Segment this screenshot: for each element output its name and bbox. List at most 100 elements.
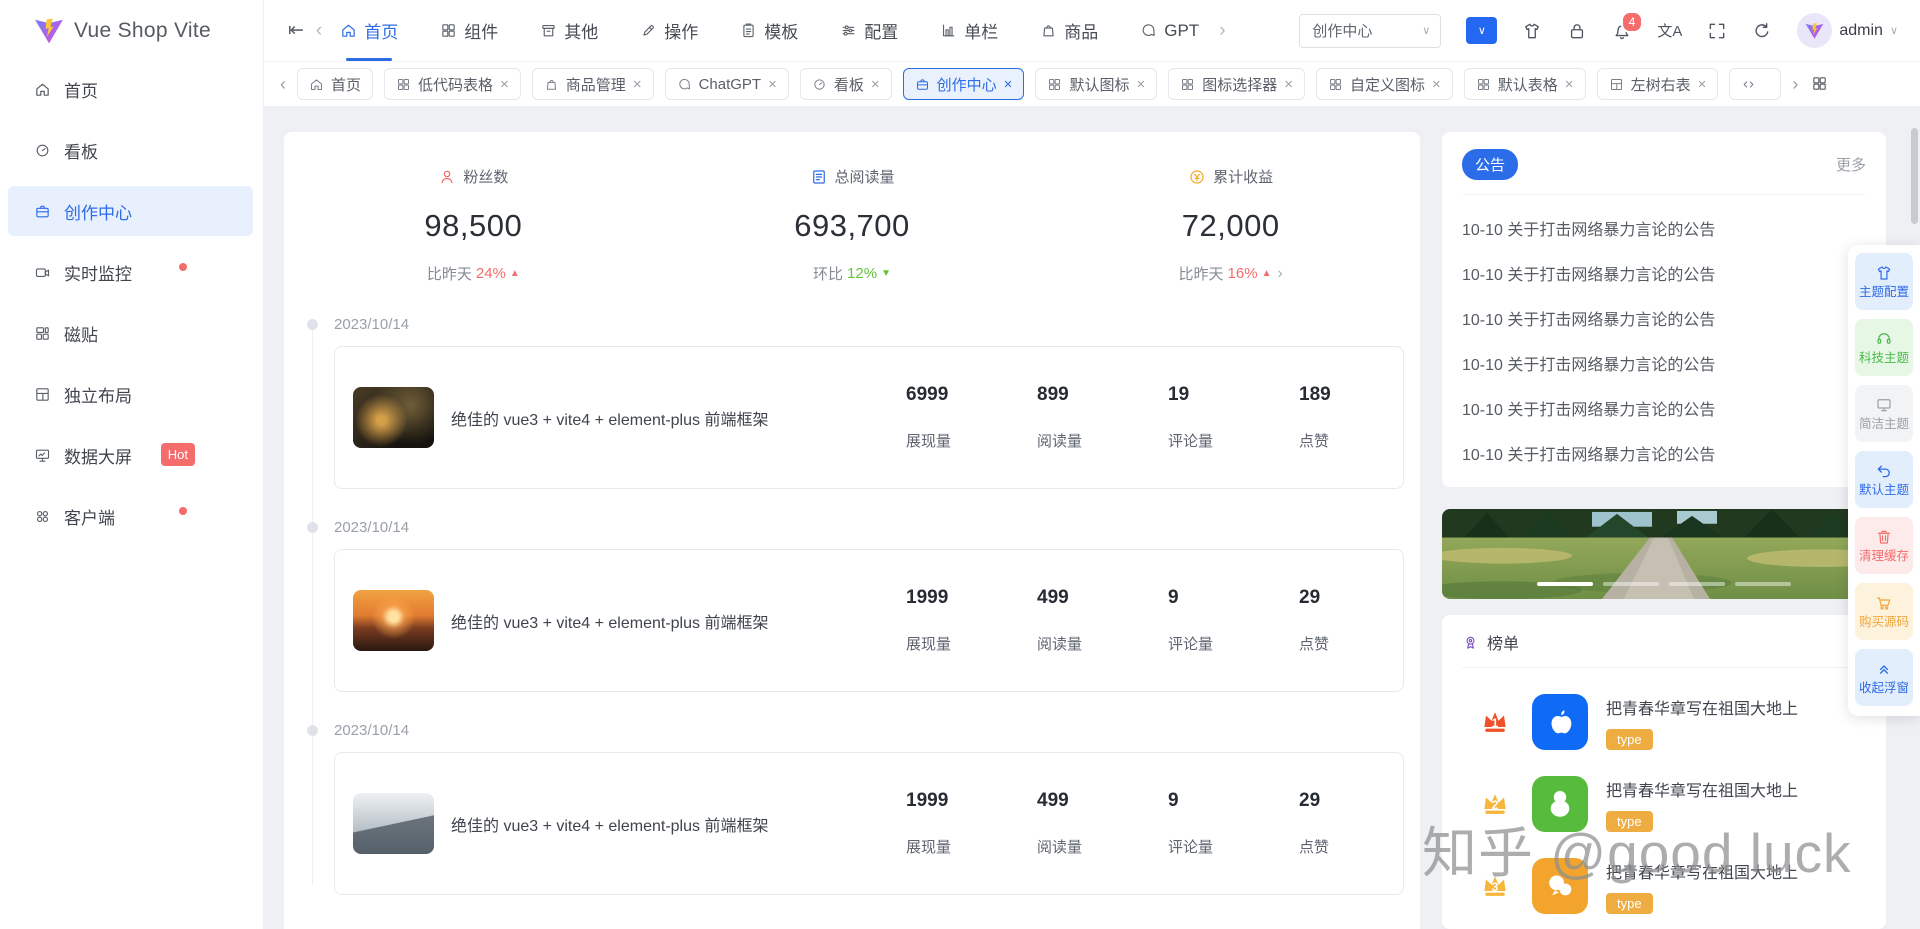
notification-bell-icon[interactable]: 4 bbox=[1612, 10, 1644, 41]
timeline-entry: 2023/10/14 绝佳的 vue3 + vite4 + element-pl… bbox=[307, 316, 1420, 489]
announcement-item[interactable]: 10-10 关于打击网络暴力言论的公告 bbox=[1462, 261, 1866, 285]
refresh-icon[interactable] bbox=[1752, 21, 1772, 41]
ranking-item[interactable]: 2 把青春华章写在祖国大地上 type bbox=[1462, 776, 1866, 832]
ranking-item[interactable]: 3 把青春华章写在祖国大地上 type bbox=[1462, 858, 1866, 914]
tab-default-icons[interactable]: 默认图标 × bbox=[1035, 68, 1158, 100]
article-title: 绝佳的 vue3 + vite4 + element-plus 前端框架 bbox=[451, 817, 769, 835]
announcement-item[interactable]: 10-10 关于打击网络暴力言论的公告 bbox=[1462, 441, 1866, 465]
topnav-label: 配置 bbox=[864, 23, 899, 42]
code-icon bbox=[1741, 77, 1756, 92]
chevron-right-icon[interactable]: › bbox=[1277, 265, 1282, 283]
close-icon[interactable]: × bbox=[1565, 77, 1574, 92]
tabs-menu-grid-icon[interactable] bbox=[1811, 75, 1828, 93]
app-window: Vue Shop Vite 首页 看板 创作中心 实时监控 磁贴 独立布局 数据… bbox=[0, 0, 1920, 929]
announcement-item[interactable]: 10-10 关于打击网络暴力言论的公告 bbox=[1462, 216, 1866, 240]
ranking-item[interactable]: 1 把青春华章写在祖国大地上 type bbox=[1462, 694, 1866, 750]
tab-product-management[interactable]: 商品管理 × bbox=[531, 68, 654, 100]
clear-cache-button[interactable]: 清理缓存 bbox=[1855, 517, 1913, 574]
divider bbox=[1462, 667, 1866, 668]
close-icon[interactable]: × bbox=[1136, 77, 1145, 92]
close-icon[interactable]: × bbox=[1284, 77, 1293, 92]
announcement-more-link[interactable]: 更多 bbox=[1836, 154, 1866, 175]
tech-theme-button[interactable]: 科技主题 bbox=[1855, 319, 1913, 376]
tab-kanban[interactable]: 看板 × bbox=[799, 68, 892, 100]
sidebar-item-data-screen[interactable]: 数据大屏 Hot bbox=[8, 430, 253, 480]
fullscreen-icon[interactable] bbox=[1707, 21, 1727, 41]
carousel-indicator[interactable] bbox=[1735, 582, 1791, 586]
confirm-dropdown-button[interactable]: ∨ bbox=[1466, 17, 1498, 44]
app-logo[interactable]: Vue Shop Vite bbox=[0, 0, 263, 62]
announcement-item[interactable]: 10-10 关于打击网络暴力言论的公告 bbox=[1462, 306, 1866, 330]
translate-icon[interactable]: 文A bbox=[1657, 20, 1682, 41]
topnav-item-single-column[interactable]: 单栏 bbox=[940, 0, 998, 61]
carousel-indicator[interactable] bbox=[1537, 582, 1593, 586]
carousel-indicator[interactable] bbox=[1669, 582, 1725, 586]
article-card[interactable]: 绝佳的 vue3 + vite4 + element-plus 前端框架 199… bbox=[334, 549, 1404, 692]
topnav-item-config[interactable]: 配置 bbox=[840, 0, 898, 61]
page-search-select[interactable]: 创作中心 ∨ bbox=[1299, 13, 1442, 48]
sidebar-item-client[interactable]: 客户端 bbox=[8, 491, 253, 541]
nav-scroll-left-icon[interactable]: ‹ bbox=[310, 20, 328, 42]
sidebar-item-tiles[interactable]: 磁贴 bbox=[8, 308, 253, 358]
timeline-date: 2023/10/14 bbox=[334, 519, 410, 536]
topnav-item-templates[interactable]: 模板 bbox=[740, 0, 798, 61]
default-theme-button[interactable]: 默认主题 bbox=[1855, 451, 1913, 508]
stat-value: 693,700 bbox=[794, 208, 910, 243]
topnav-item-products[interactable]: 商品 bbox=[1040, 0, 1098, 61]
close-icon[interactable]: × bbox=[633, 77, 642, 92]
announcement-item[interactable]: 10-10 关于打击网络暴力言论的公告 bbox=[1462, 396, 1866, 420]
tab-left-tree-right-table[interactable]: 左树右表 × bbox=[1596, 68, 1719, 100]
scrollbar-thumb[interactable] bbox=[1911, 128, 1918, 224]
close-icon[interactable]: × bbox=[1698, 77, 1707, 92]
tab-default-table[interactable]: 默认表格 × bbox=[1463, 68, 1586, 100]
image-carousel[interactable] bbox=[1442, 509, 1886, 599]
collapse-float-panel-button[interactable]: 收起浮窗 bbox=[1855, 649, 1913, 706]
chat-bubble-icon bbox=[1140, 22, 1157, 39]
sidebar-item-realtime-monitor[interactable]: 实时监控 bbox=[8, 247, 253, 297]
topnav-item-gpt[interactable]: GPT bbox=[1140, 0, 1199, 61]
avatar bbox=[1797, 13, 1833, 48]
user-menu[interactable]: admin ∨ bbox=[1797, 13, 1898, 48]
close-icon[interactable]: × bbox=[1432, 77, 1441, 92]
sidebar-item-home[interactable]: 首页 bbox=[8, 64, 253, 114]
theme-shirt-icon[interactable] bbox=[1522, 21, 1542, 41]
simple-theme-button[interactable]: 简洁主题 bbox=[1855, 385, 1913, 442]
article-card[interactable]: 绝佳的 vue3 + vite4 + element-plus 前端框架 199… bbox=[334, 752, 1404, 895]
tab-custom-icons[interactable]: 自定义图标 × bbox=[1316, 68, 1453, 100]
timeline-entry: 2023/10/14 绝佳的 vue3 + vite4 + element-pl… bbox=[307, 519, 1420, 692]
main-region: ⇤ ‹ 首页 组件 其他 操作 模板 配置 单栏 商品 GPT › 创作中心 ∨… bbox=[264, 0, 1920, 929]
tab-label: 默认表格 bbox=[1497, 76, 1558, 94]
nav-scroll-right-icon[interactable]: › bbox=[1213, 20, 1231, 42]
close-icon[interactable]: × bbox=[1004, 77, 1013, 92]
tab-partial[interactable] bbox=[1729, 68, 1782, 100]
tab-chatgpt[interactable]: ChatGPT × bbox=[664, 68, 789, 100]
carousel-indicator[interactable] bbox=[1603, 582, 1659, 586]
sidebar-item-creation-center[interactable]: 创作中心 bbox=[8, 186, 253, 236]
tab-low-code-table[interactable]: 低代码表格 × bbox=[384, 68, 521, 100]
metric-value: 29 bbox=[1299, 790, 1321, 811]
close-icon[interactable]: × bbox=[500, 77, 509, 92]
topnav-item-operations[interactable]: 操作 bbox=[640, 0, 698, 61]
article-card[interactable]: 绝佳的 vue3 + vite4 + element-plus 前端框架 699… bbox=[334, 346, 1404, 489]
lock-screen-icon[interactable] bbox=[1567, 21, 1587, 41]
collapse-sidebar-icon[interactable]: ⇤ bbox=[282, 19, 310, 42]
rank-item-title: 把青春华章写在祖国大地上 bbox=[1606, 782, 1799, 800]
tabs-scroll-left-icon[interactable]: ‹ bbox=[280, 74, 286, 95]
close-icon[interactable]: × bbox=[871, 77, 880, 92]
close-icon[interactable]: × bbox=[768, 77, 777, 92]
floating-settings-panel: 主题配置 科技主题 简洁主题 默认主题 清理缓存 购买源码 收起浮窗 bbox=[1848, 245, 1920, 716]
theme-config-button[interactable]: 主题配置 bbox=[1855, 253, 1913, 310]
topnav-item-home[interactable]: 首页 bbox=[340, 0, 398, 61]
topnav-item-others[interactable]: 其他 bbox=[540, 0, 598, 61]
tabs-scroll-right-icon[interactable]: › bbox=[1792, 74, 1798, 95]
tab-label: 看板 bbox=[833, 76, 864, 94]
tab-creation-center[interactable]: 创作中心 × bbox=[902, 68, 1025, 100]
tab-home[interactable]: 首页 bbox=[297, 68, 374, 100]
sidebar-item-kanban[interactable]: 看板 bbox=[8, 125, 253, 175]
buy-source-button[interactable]: 购买源码 bbox=[1855, 583, 1913, 640]
topnav-item-components[interactable]: 组件 bbox=[440, 0, 498, 61]
sidebar-item-standalone-layout[interactable]: 独立布局 bbox=[8, 369, 253, 419]
tab-icon-picker[interactable]: 图标选择器 × bbox=[1168, 68, 1305, 100]
announcement-item[interactable]: 10-10 关于打击网络暴力言论的公告 bbox=[1462, 351, 1866, 375]
announcement-title-chip[interactable]: 公告 bbox=[1462, 149, 1519, 180]
